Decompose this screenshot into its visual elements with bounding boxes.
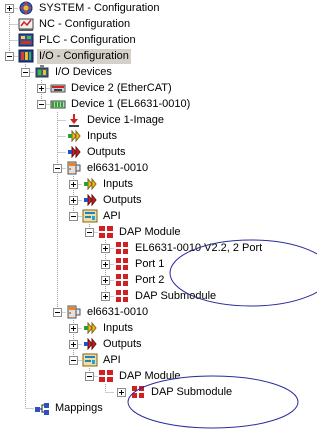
tree-item-label: SYSTEM - Configuration: [39, 1, 160, 14]
tree-item-label: DAP Module: [119, 225, 181, 238]
tree-item-label: el6631-0010: [87, 161, 149, 174]
collapse-toggle-box-2-dap-module[interactable]: [85, 372, 94, 381]
tree-item-mappings[interactable]: Mappings: [34, 400, 105, 416]
io-devices-icon: [34, 64, 50, 80]
tree-item-label: NC - Configuration: [39, 17, 131, 30]
tree-item-box-2[interactable]: el6631-0010: [66, 304, 150, 320]
inputs-icon: [82, 320, 98, 336]
tree-item-box-2-dap-submodule[interactable]: DAP Submodule: [130, 384, 234, 400]
expand-toggle-box-2-dap-submodule[interactable]: [117, 388, 126, 397]
tree-item-label: I/O Devices: [55, 65, 112, 78]
tree-item-label: Port 2: [135, 273, 165, 286]
profinet-device-icon: [50, 96, 66, 112]
tree-item-box-1-dap-module[interactable]: DAP Module: [98, 224, 183, 240]
submodule-icon: [130, 384, 146, 400]
tree-item-label: Outputs: [87, 145, 126, 158]
inputs-icon: [82, 176, 98, 192]
outputs-icon: [82, 192, 98, 208]
tree-item-label: DAP Module: [119, 369, 181, 382]
expand-toggle-box-1-dap-submodule[interactable]: [101, 292, 110, 301]
expand-toggle-box-1-el6631-submodule[interactable]: [101, 244, 110, 253]
tree-item-system-configuration[interactable]: SYSTEM - Configuration: [18, 0, 161, 16]
tree-item-label: I/O - Configuration: [37, 48, 131, 64]
tree-item-label: DAP Submodule: [151, 385, 233, 398]
tree-item-label: Inputs: [103, 321, 133, 334]
tree-item-label: Outputs: [103, 193, 142, 206]
outputs-icon: [66, 144, 82, 160]
collapse-toggle-box-1[interactable]: [53, 164, 62, 173]
collapse-toggle-box-2[interactable]: [53, 308, 62, 317]
tree-item-box-1-port-2[interactable]: Port 2: [114, 272, 166, 288]
image-icon: [66, 112, 82, 128]
submodule-icon: [114, 288, 130, 304]
tree-item-box-2-inputs[interactable]: Inputs: [82, 320, 135, 336]
tree-item-box-1-port-1[interactable]: Port 1: [114, 256, 166, 272]
tree-item-box-2-dap-module[interactable]: DAP Module: [98, 368, 183, 384]
collapse-toggle-device-1[interactable]: [37, 100, 46, 109]
tree-item-label: Inputs: [103, 177, 133, 190]
tree-item-device-1-inputs[interactable]: Inputs: [66, 128, 119, 144]
expand-toggle-box-2-outputs[interactable]: [69, 340, 78, 349]
expand-toggle-box-2-inputs[interactable]: [69, 324, 78, 333]
plc-config-icon: [18, 32, 34, 48]
tree-item-label: EL6631-0010 V2.2, 2 Port: [135, 241, 263, 254]
tree-item-box-1-outputs[interactable]: Outputs: [82, 192, 144, 208]
outputs-icon: [82, 336, 98, 352]
collapse-toggle-io-devices[interactable]: [21, 68, 30, 77]
tree-item-device-2[interactable]: Device 2 (EtherCAT): [50, 80, 174, 96]
tree-item-label: Device 1-Image: [87, 113, 165, 126]
tree-item-label: Device 2 (EtherCAT): [71, 81, 172, 94]
tree-item-box-1-dap-submodule[interactable]: DAP Submodule: [114, 288, 218, 304]
collapse-toggle-box-2-api[interactable]: [69, 356, 78, 365]
system-config-icon: [18, 0, 34, 16]
expand-toggle-box-1-port-1[interactable]: [101, 260, 110, 269]
tree-item-io-devices[interactable]: I/O Devices: [34, 64, 114, 80]
expand-toggle-box-1-inputs[interactable]: [69, 180, 78, 189]
tree-item-label: Mappings: [55, 401, 103, 414]
tree-item-box-2-api[interactable]: API: [82, 352, 123, 368]
submodule-icon: [114, 240, 130, 256]
tree-item-box-1-el6631-submodule[interactable]: EL6631-0010 V2.2, 2 Port: [114, 240, 264, 256]
tree-item-device-1[interactable]: Device 1 (EL6631-0010): [50, 96, 192, 112]
expand-toggle-device-2[interactable]: [37, 84, 46, 93]
ethercat-device-icon: [50, 80, 66, 96]
tree-item-box-1[interactable]: el6631-0010: [66, 160, 150, 176]
api-icon: [82, 352, 98, 368]
tree-item-device-1-outputs[interactable]: Outputs: [66, 144, 128, 160]
expand-toggle-box-1-outputs[interactable]: [69, 196, 78, 205]
tree-item-label: el6631-0010: [87, 305, 149, 318]
submodule-icon: [114, 256, 130, 272]
tree-item-io-configuration[interactable]: I/O - Configuration: [18, 48, 131, 64]
nc-config-icon: [18, 16, 34, 32]
submodule-icon: [114, 272, 130, 288]
box-icon: [66, 160, 82, 176]
expand-toggle-box-1-port-2[interactable]: [101, 276, 110, 285]
tree-item-box-1-api[interactable]: API: [82, 208, 123, 224]
mappings-icon: [34, 400, 50, 416]
inputs-icon: [66, 128, 82, 144]
box-icon: [66, 304, 82, 320]
tree-item-label: API: [103, 353, 121, 366]
api-icon: [82, 208, 98, 224]
solution-tree[interactable]: SYSTEM - Configuration NC - Configuratio…: [0, 0, 317, 433]
collapse-toggle-io[interactable]: [5, 52, 14, 61]
tree-item-device-1-image[interactable]: Device 1-Image: [66, 112, 166, 128]
expand-toggle-system[interactable]: [5, 4, 14, 13]
tree-item-label: Inputs: [87, 129, 117, 142]
tree-item-label: DAP Submodule: [135, 289, 217, 302]
tree-item-label: Outputs: [103, 337, 142, 350]
tree-item-label: PLC - Configuration: [39, 33, 136, 46]
tree-item-label: Port 1: [135, 257, 165, 270]
module-icon: [98, 368, 114, 384]
tree-item-plc-configuration[interactable]: PLC - Configuration: [18, 32, 138, 48]
collapse-toggle-box-1-dap-module[interactable]: [85, 228, 94, 237]
collapse-toggle-box-1-api[interactable]: [69, 212, 78, 221]
module-icon: [98, 224, 114, 240]
tree-item-box-2-outputs[interactable]: Outputs: [82, 336, 144, 352]
io-config-icon: [18, 48, 34, 64]
tree-item-label: Device 1 (EL6631-0010): [71, 97, 191, 110]
tree-item-label: API: [103, 209, 121, 222]
tree-item-nc-configuration[interactable]: NC - Configuration: [18, 16, 132, 32]
tree-item-box-1-inputs[interactable]: Inputs: [82, 176, 135, 192]
